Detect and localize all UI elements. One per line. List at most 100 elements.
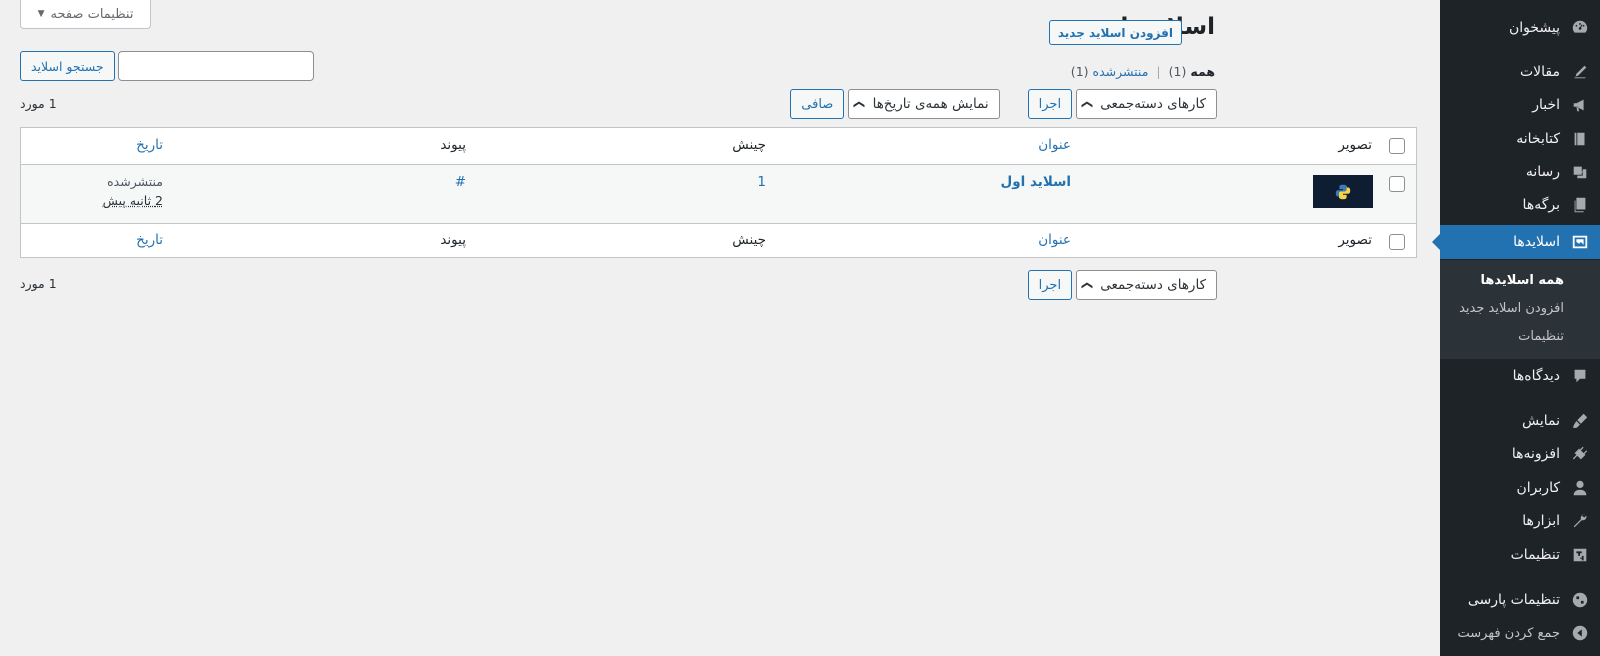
globe-icon: [1570, 590, 1590, 610]
bulk-actions-value: کارهای دسته‌جمعی: [1100, 96, 1206, 112]
menu-dashboard[interactable]: پیشخوان: [1440, 11, 1600, 45]
tablenav-bottom: کارهای دسته‌جمعی ❯ اجرا: [1027, 270, 1217, 300]
items-count: 1 مورد: [20, 96, 57, 111]
column-link: پیوند: [440, 137, 466, 153]
slide-date-ago: 2 ثانیه پیش: [102, 193, 163, 208]
column-image: تصویر: [1338, 137, 1372, 153]
filter-button[interactable]: صافی: [790, 89, 845, 119]
bulk-actions-select[interactable]: کارهای دسته‌جمعی ❯: [1076, 89, 1217, 119]
python-logo-icon: [1335, 184, 1351, 199]
megaphone-icon: [1570, 95, 1590, 115]
menu-collapse[interactable]: جمع کردن فهرست: [1440, 616, 1600, 650]
search-box: جستجو اسلاید: [20, 51, 314, 81]
menu-label: کتابخانه: [1516, 131, 1560, 147]
bulk-actions-select-bottom[interactable]: کارهای دسته‌جمعی ❯: [1076, 270, 1217, 300]
date-filter-select[interactable]: نمایش همه‌ی تاریخ‌ها ❯: [848, 89, 1000, 119]
menu-persian-settings[interactable]: تنظیمات پارسی: [1440, 583, 1600, 617]
menu-comments[interactable]: دیدگاه‌ها: [1440, 359, 1600, 393]
comment-icon: [1570, 366, 1590, 386]
pin-icon: [1570, 62, 1590, 82]
menu-label: کاربران: [1516, 480, 1560, 496]
menu-label: جمع کردن فهرست: [1457, 625, 1560, 641]
chevron-down-icon: ❯: [1081, 99, 1095, 109]
brush-icon: [1570, 411, 1590, 431]
menu-label: نمایش: [1521, 413, 1560, 429]
menu-settings[interactable]: تنظیمات: [1440, 538, 1600, 572]
submenu-settings[interactable]: تنظیمات: [1440, 324, 1600, 348]
caret-down-icon: ▼: [37, 9, 45, 19]
menu-label: برگه‌ها: [1522, 197, 1560, 213]
menu-label: دیدگاه‌ها: [1512, 368, 1560, 384]
slides-icon: [1570, 232, 1590, 252]
menu-slides[interactable]: اسلایدها: [1432, 225, 1600, 259]
wrench-icon: [1570, 511, 1590, 531]
pages-icon: [1570, 195, 1590, 215]
column-order: چینش: [732, 137, 766, 153]
admin-sidebar: پیشخوان مقالات اخبار کتابخانه رسانه برگه…: [1432, 0, 1600, 656]
plugin-icon: [1570, 444, 1590, 464]
slide-thumbnail[interactable]: [1313, 175, 1373, 208]
menu-tools[interactable]: ابزارها: [1440, 504, 1600, 538]
menu-pages[interactable]: برگه‌ها: [1440, 188, 1600, 222]
filter-separator: |: [1156, 64, 1161, 79]
table-footer-row: تصویر عنوان چینش پیوند تاریخ: [21, 224, 1416, 259]
filter-published[interactable]: منتشرشده: [1093, 64, 1149, 79]
items-count-bottom: 1 مورد: [20, 276, 57, 291]
select-all-checkbox[interactable]: [1389, 138, 1405, 154]
menu-news[interactable]: اخبار: [1440, 88, 1600, 122]
media-icon: [1570, 162, 1590, 182]
chevron-down-icon: ❯: [1081, 280, 1095, 290]
screen-options-label: تنظیمات صفحه: [50, 6, 134, 22]
book-icon: [1570, 129, 1590, 149]
select-all-checkbox-footer[interactable]: [1389, 234, 1405, 250]
tablenav-top: کارهای دسته‌جمعی ❯ اجرا نمایش همه‌ی تاری…: [790, 89, 1217, 119]
screen-options-button[interactable]: تنظیمات صفحه ▼: [20, 0, 151, 29]
column-title[interactable]: عنوان: [1038, 137, 1071, 153]
slide-link[interactable]: #: [455, 174, 466, 190]
menu-label: افزونه‌ها: [1511, 446, 1560, 462]
apply-button[interactable]: اجرا: [1027, 89, 1073, 119]
chevron-down-icon: ❯: [853, 99, 867, 109]
column-order-footer: چینش: [732, 232, 766, 248]
slides-submenu: همه اسلایدها افزودن اسلاید جدید تنظیمات: [1440, 260, 1600, 359]
dashboard-icon: [1570, 18, 1590, 38]
row-checkbox[interactable]: [1389, 176, 1405, 192]
slides-table: تصویر عنوان چینش پیوند تاریخ اسلاید اول …: [20, 127, 1417, 258]
menu-library[interactable]: کتابخانه: [1440, 122, 1600, 156]
main-content: تنظیمات صفحه ▼ اسلایدها افزودن اسلاید جد…: [0, 0, 1440, 656]
menu-label: ابزارها: [1522, 513, 1560, 529]
table-row: اسلاید اول 1 # منتشرشده 2 ثانیه پیش: [21, 165, 1416, 224]
search-input[interactable]: [117, 51, 314, 81]
filter-all-count: (1): [1168, 64, 1187, 79]
menu-posts[interactable]: مقالات: [1440, 55, 1600, 89]
column-title-footer[interactable]: عنوان: [1038, 232, 1071, 248]
filter-all[interactable]: همه: [1190, 64, 1215, 79]
status-filters: همه (1) | منتشرشده (1): [1071, 64, 1215, 79]
search-slides-button[interactable]: جستجو اسلاید: [20, 51, 115, 81]
date-filter-value: نمایش همه‌ی تاریخ‌ها: [872, 96, 989, 112]
slide-order: 1: [757, 174, 766, 190]
column-date-footer[interactable]: تاریخ: [136, 232, 163, 248]
menu-label: تنظیمات پارسی: [1467, 592, 1560, 608]
menu-label: مقالات: [1519, 64, 1560, 80]
menu-users[interactable]: کاربران: [1440, 471, 1600, 505]
add-new-slide-button[interactable]: افزودن اسلاید جدید: [1048, 20, 1182, 45]
slide-status: منتشرشده: [107, 174, 163, 189]
menu-appearance[interactable]: نمایش: [1440, 404, 1600, 438]
slide-title-link[interactable]: اسلاید اول: [1001, 174, 1071, 190]
collapse-icon: [1570, 623, 1590, 643]
apply-button-bottom[interactable]: اجرا: [1027, 270, 1073, 300]
column-link-footer: پیوند: [440, 232, 466, 248]
menu-media[interactable]: رسانه: [1440, 155, 1600, 189]
menu-label: اخبار: [1532, 97, 1560, 113]
table-header-row: تصویر عنوان چینش پیوند تاریخ: [21, 128, 1416, 165]
submenu-all-slides[interactable]: همه اسلایدها: [1440, 268, 1600, 292]
user-icon: [1570, 478, 1590, 498]
bulk-actions-value: کارهای دسته‌جمعی: [1100, 277, 1206, 293]
column-image-footer: تصویر: [1338, 232, 1372, 248]
settings-icon: [1570, 545, 1590, 565]
submenu-add-slide[interactable]: افزودن اسلاید جدید: [1440, 296, 1600, 320]
filter-published-count: (1): [1070, 64, 1089, 79]
column-date[interactable]: تاریخ: [136, 137, 163, 153]
menu-plugins[interactable]: افزونه‌ها: [1440, 437, 1600, 471]
